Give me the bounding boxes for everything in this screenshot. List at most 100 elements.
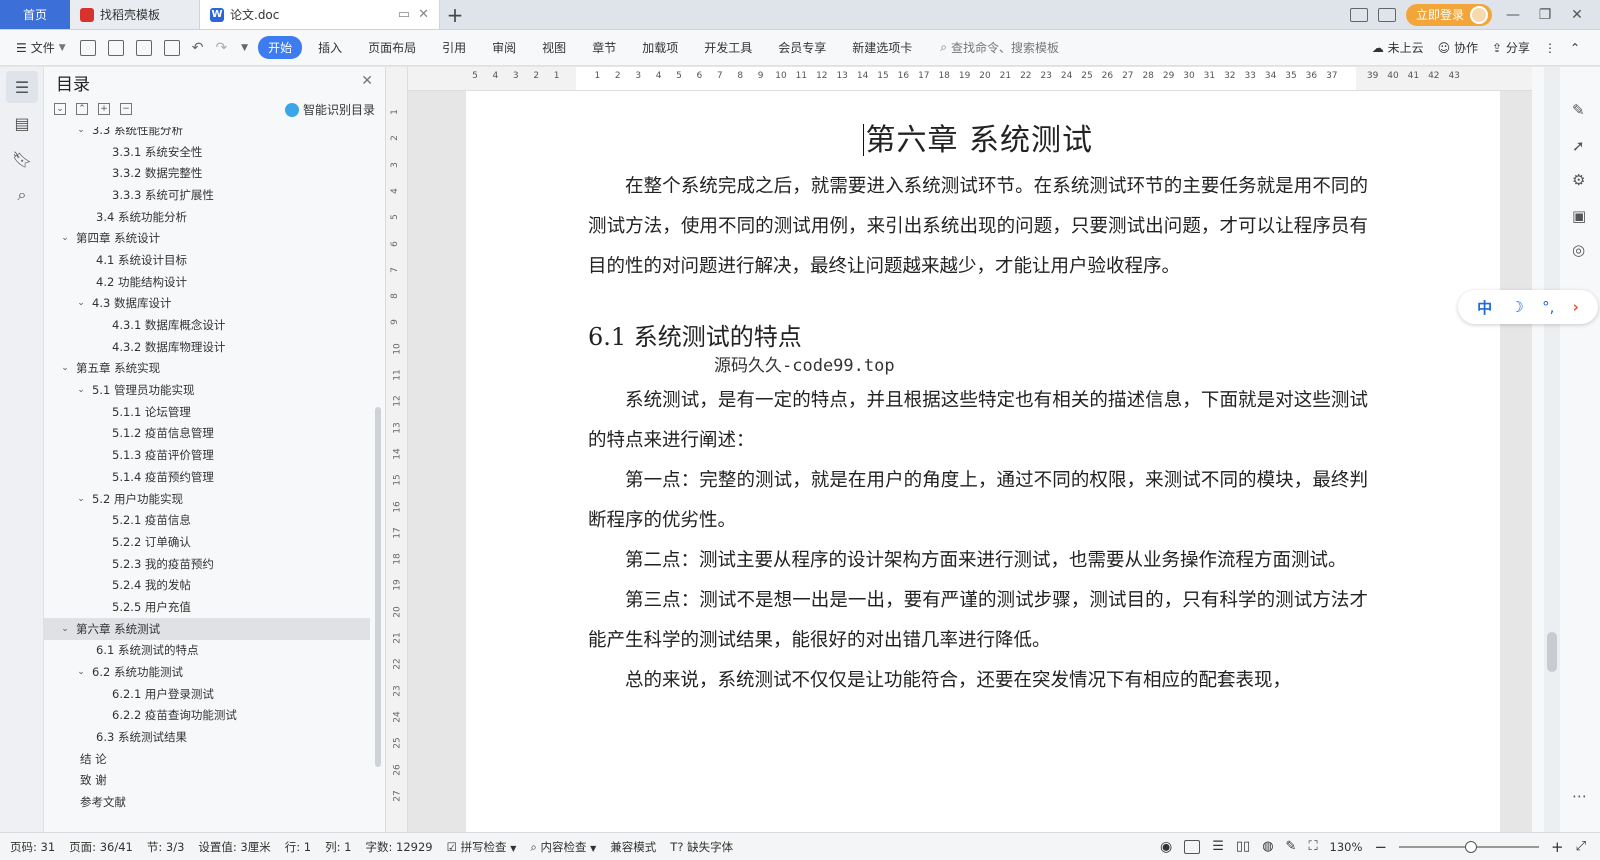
- eye-protect-icon[interactable]: ◉: [1160, 839, 1172, 855]
- toc-item[interactable]: 4.1 系统设计目标: [44, 249, 370, 271]
- toc-item[interactable]: ⌄ 第四章 系统设计: [44, 227, 370, 249]
- close-window-icon[interactable]: ✕: [1566, 7, 1588, 23]
- toc-item[interactable]: 5.1.1 论坛管理: [44, 401, 370, 423]
- restore-icon[interactable]: ❐: [1534, 7, 1556, 23]
- toc-item[interactable]: 参考文献: [44, 791, 370, 813]
- chevron-right-icon[interactable]: ›: [1573, 298, 1579, 316]
- toc-item[interactable]: 3.4 系统功能分析: [44, 206, 370, 228]
- zoom-slider[interactable]: [1399, 840, 1540, 853]
- toc-item[interactable]: ⌄ 5.2 用户功能实现: [44, 488, 370, 510]
- expand-all-icon[interactable]: ⌃: [76, 103, 88, 115]
- select-icon[interactable]: ➚: [1572, 137, 1590, 155]
- navigation-icon[interactable]: ▤: [6, 107, 38, 139]
- add-item-icon[interactable]: +: [98, 103, 110, 115]
- status-col[interactable]: 列: 1: [325, 839, 351, 855]
- toc-item[interactable]: 结 论: [44, 748, 370, 770]
- ime-chinese-toggle[interactable]: 中: [1477, 297, 1492, 318]
- chevron-down-icon[interactable]: ⌄: [74, 127, 88, 135]
- location-icon[interactable]: ◎: [1572, 241, 1590, 259]
- file-menu[interactable]: ☰ 文件 ▼: [10, 39, 72, 56]
- toc-item[interactable]: 5.1.2 疫苗信息管理: [44, 423, 370, 445]
- chevron-down-icon[interactable]: ⌄: [58, 233, 72, 243]
- read-view-icon[interactable]: ▯▯: [1236, 839, 1250, 854]
- document-scrollbar[interactable]: [1544, 67, 1560, 832]
- customize-icon[interactable]: ▼: [241, 43, 248, 53]
- missing-font-button[interactable]: T? 缺失字体: [670, 839, 733, 855]
- chevron-down-icon[interactable]: ⌄: [74, 667, 88, 677]
- toc-item[interactable]: 5.1.4 疫苗预约管理: [44, 466, 370, 488]
- save-icon[interactable]: [79, 39, 96, 56]
- status-row[interactable]: 行: 1: [285, 839, 311, 855]
- toc-item[interactable]: 4.2 功能结构设计: [44, 271, 370, 293]
- ribbon-tab[interactable]: 插入: [308, 36, 352, 59]
- login-button[interactable]: 立即登录: [1405, 3, 1492, 26]
- command-search[interactable]: ⌕ 查找命令、搜索模板: [940, 39, 1059, 56]
- chevron-down-icon[interactable]: ⌄: [74, 494, 88, 504]
- status-section[interactable]: 节: 3/3: [147, 839, 185, 855]
- collab-button[interactable]: ☺ 协作: [1438, 39, 1478, 56]
- toc-item[interactable]: ⌄ 6.2 系统功能测试: [44, 661, 370, 683]
- pen-icon[interactable]: ✎: [1286, 839, 1297, 854]
- ribbon-tab[interactable]: 开发工具: [694, 36, 762, 59]
- collapse-all-icon[interactable]: ⌄: [54, 103, 66, 115]
- status-setting[interactable]: 设置值: 3厘米: [198, 839, 270, 855]
- moon-icon[interactable]: ☽: [1510, 298, 1523, 316]
- zoom-level[interactable]: 130%: [1330, 840, 1363, 854]
- settings-sliders-icon[interactable]: ⚙: [1572, 171, 1590, 189]
- toc-item[interactable]: 6.3 系统测试结果: [44, 726, 370, 748]
- toc-item[interactable]: 5.2.1 疫苗信息: [44, 509, 370, 531]
- fit-page-icon[interactable]: ⛶: [1308, 839, 1317, 854]
- toc-item[interactable]: ⌄ 3.3 系统性能分析: [44, 127, 370, 141]
- ribbon-tab[interactable]: 页面布局: [358, 36, 426, 59]
- zoom-out-icon[interactable]: −: [1374, 838, 1387, 856]
- fullscreen-icon[interactable]: ⤢: [1576, 839, 1586, 854]
- edit-icon[interactable]: ✎: [1572, 101, 1590, 119]
- apps-grid-icon[interactable]: [1377, 7, 1396, 22]
- chevron-down-icon[interactable]: ⌄: [58, 363, 72, 373]
- toc-panel-icon[interactable]: ☰: [6, 71, 38, 103]
- smart-toc-button[interactable]: 智能识别目录: [284, 101, 375, 118]
- ribbon-tab[interactable]: 章节: [582, 36, 626, 59]
- bookmark-icon[interactable]: 🔖︎: [6, 143, 38, 175]
- toc-item[interactable]: 4.3.2 数据库物理设计: [44, 336, 370, 358]
- status-word-count[interactable]: 字数: 12929: [365, 839, 432, 855]
- page-view-icon[interactable]: [1184, 839, 1201, 854]
- toc-item[interactable]: ⌄ 4.3 数据库设计: [44, 293, 370, 315]
- ribbon-tab[interactable]: 加载项: [632, 36, 688, 59]
- toc-item[interactable]: 3.3.3 系统可扩展性: [44, 184, 370, 206]
- more-icon[interactable]: ⋮: [1544, 41, 1556, 55]
- toc-item[interactable]: 5.2.3 我的疫苗预约: [44, 553, 370, 575]
- collapse-ribbon-icon[interactable]: ⌃: [1570, 41, 1580, 55]
- toc-item[interactable]: 3.3.2 数据完整性: [44, 162, 370, 184]
- undo-icon[interactable]: ↶: [192, 40, 204, 56]
- ribbon-tab[interactable]: 引用: [432, 36, 476, 59]
- export-pdf-icon[interactable]: [107, 39, 124, 56]
- tab-home[interactable]: 首页: [0, 0, 70, 29]
- new-tab-button[interactable]: +: [440, 0, 470, 29]
- ribbon-tab[interactable]: 审阅: [482, 36, 526, 59]
- ribbon-tab[interactable]: 会员专享: [768, 36, 836, 59]
- toc-item[interactable]: 6.2.1 用户登录测试: [44, 683, 370, 705]
- ribbon-tab[interactable]: 视图: [532, 36, 576, 59]
- remove-item-icon[interactable]: −: [120, 103, 132, 115]
- print-icon[interactable]: [135, 39, 152, 56]
- cloud-button[interactable]: ☁ 未上云: [1372, 39, 1424, 56]
- zoom-knob[interactable]: [1465, 840, 1478, 853]
- toc-item[interactable]: ⌄ 5.1 管理员功能实现: [44, 379, 370, 401]
- compat-mode[interactable]: 兼容模式: [610, 839, 656, 855]
- find-icon[interactable]: ⌕: [6, 179, 38, 211]
- toc-item[interactable]: 5.1.3 疫苗评价管理: [44, 444, 370, 466]
- chevron-down-icon[interactable]: ⌄: [74, 385, 88, 395]
- toc-scrollbar[interactable]: [375, 407, 381, 767]
- outline-view-icon[interactable]: ☰: [1212, 839, 1224, 854]
- ribbon-tab[interactable]: 新建选项卡: [842, 36, 922, 59]
- toc-item[interactable]: ⌄ 第五章 系统实现: [44, 358, 370, 380]
- toc-item[interactable]: 5.2.4 我的发帖: [44, 574, 370, 596]
- zoom-in-icon[interactable]: +: [1551, 838, 1564, 856]
- scrollbar-thumb[interactable]: [1547, 632, 1557, 672]
- status-page-number[interactable]: 页码: 31: [10, 839, 55, 855]
- toc-item[interactable]: 5.2.2 订单确认: [44, 531, 370, 553]
- image-icon[interactable]: ▣: [1572, 207, 1590, 225]
- toc-item[interactable]: 3.3.1 系统安全性: [44, 141, 370, 163]
- more-options-icon[interactable]: ⋯: [1572, 787, 1590, 805]
